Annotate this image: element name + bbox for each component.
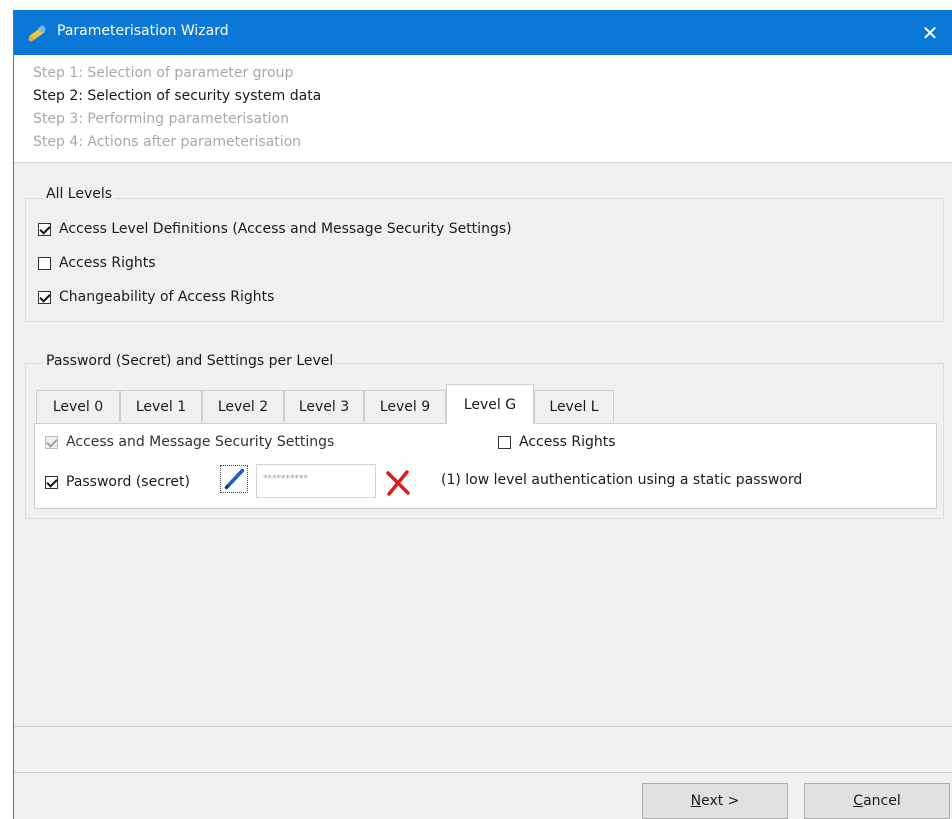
access-level-definitions-option[interactable]: Access Level Definitions (Access and Mes… [38, 221, 512, 237]
tab-level-2[interactable]: Level 2 [202, 390, 284, 422]
cancel-label: ancel [863, 793, 901, 809]
access-rights-all-option[interactable]: Access Rights [38, 255, 156, 271]
close-icon[interactable]: ✕ [907, 10, 952, 55]
access-rights-level-option[interactable]: Access Rights [498, 434, 616, 450]
step-4-label: Step 4: Actions after parameterisation [33, 134, 302, 150]
bottom-separator-1 [14, 726, 952, 727]
all-levels-title: All Levels [44, 186, 115, 202]
step-1-label: Step 1: Selection of parameter group [33, 65, 294, 81]
wizard-steps: Step 1: Selection of parameter group Ste… [14, 55, 952, 163]
title-bar: Parameterisation Wizard ✕ [14, 10, 952, 55]
access-level-definitions-checkbox[interactable] [38, 222, 51, 236]
cancel-mnemonic: C [853, 793, 864, 809]
tab-level-3[interactable]: Level 3 [284, 390, 364, 422]
changeability-label: Changeability of Access Rights [59, 289, 275, 305]
cancel-button[interactable]: Cancel [804, 783, 950, 819]
tab-level-g[interactable]: Level G [446, 384, 534, 424]
step-3-label: Step 3: Performing parameterisation [33, 111, 289, 127]
next-button[interactable]: Next > [642, 783, 788, 819]
delete-x-icon[interactable] [385, 470, 411, 496]
changeability-checkbox[interactable] [38, 290, 51, 304]
tab-level-0[interactable]: Level 0 [36, 390, 120, 422]
password-checkbox[interactable] [45, 475, 58, 489]
level-g-panel: Access and Message Security Settings Acc… [34, 423, 937, 509]
access-rights-all-label: Access Rights [59, 255, 156, 271]
auth-hint-text: (1) low level authentication using a sta… [441, 472, 803, 488]
wizard-window: Parameterisation Wizard ✕ Step 1: Select… [13, 10, 952, 819]
access-rights-level-label: Access Rights [519, 434, 616, 450]
tab-level-1[interactable]: Level 1 [120, 390, 202, 422]
edit-pen-icon[interactable] [220, 465, 248, 493]
access-rights-all-checkbox[interactable] [38, 256, 51, 270]
access-msg-settings-option: Access and Message Security Settings [45, 434, 334, 450]
per-level-title: Password (Secret) and Settings per Level [44, 353, 336, 369]
access-rights-level-checkbox[interactable] [498, 435, 511, 449]
next-label: ext > [701, 793, 740, 809]
tab-level-l[interactable]: Level L [534, 390, 614, 422]
password-field[interactable]: ********** [256, 464, 376, 498]
tab-level-9[interactable]: Level 9 [364, 390, 446, 422]
changeability-option[interactable]: Changeability of Access Rights [38, 289, 274, 305]
window-title: Parameterisation Wizard [57, 23, 229, 39]
password-label: Password (secret) [66, 474, 190, 490]
access-msg-settings-checkbox [45, 435, 58, 449]
wizard-wand-icon [28, 25, 46, 42]
next-mnemonic: N [690, 793, 702, 809]
access-level-definitions-label: Access Level Definitions (Access and Mes… [59, 221, 512, 237]
bottom-separator-2 [14, 772, 952, 773]
step-2-label: Step 2: Selection of security system dat… [33, 88, 322, 104]
access-msg-settings-label: Access and Message Security Settings [66, 434, 335, 450]
password-option[interactable]: Password (secret) [45, 474, 190, 490]
